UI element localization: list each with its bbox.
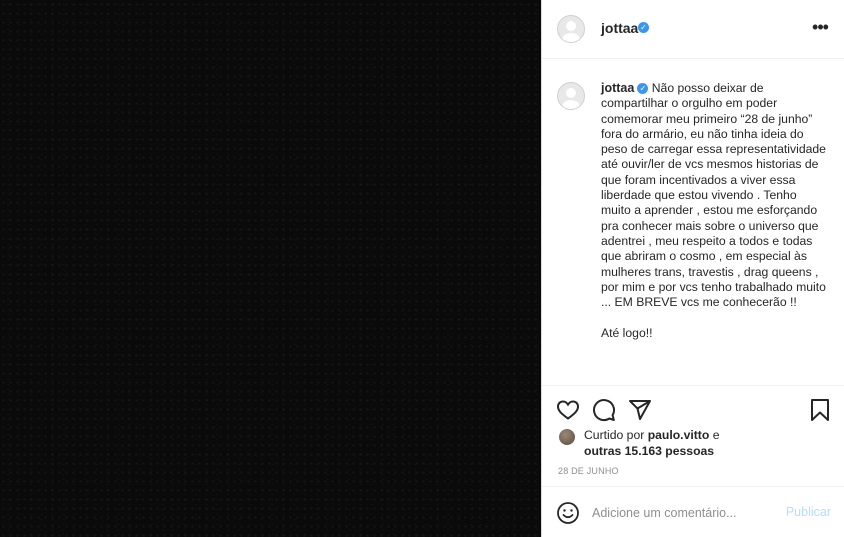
header-username[interactable]: jottaa [601,20,638,36]
verified-badge-icon: ✓ [638,22,649,33]
post-header: jottaa ✓ ••• [542,0,844,59]
likes-prefix: Curtido por [584,428,648,442]
comment-form: Publicar [542,486,844,537]
smiley-icon[interactable] [556,501,580,525]
verified-badge-icon: ✓ [637,83,649,94]
more-options-icon[interactable]: ••• [811,16,829,40]
likes-suffix: e [709,428,720,442]
likes-line: Curtido por paulo.vitto e [584,427,719,443]
caption-username[interactable]: jottaa [601,81,634,95]
liker-username[interactable]: paulo.vitto [648,428,710,442]
heart-icon[interactable] [556,398,580,422]
comment-icon[interactable] [592,398,616,422]
avatar[interactable] [557,15,585,43]
action-bar [542,385,844,422]
likes-count-link[interactable]: outras 15.163 pessoas [584,443,714,459]
post-media-image[interactable] [0,0,541,537]
caption-avatar[interactable] [557,82,585,110]
bookmark-icon[interactable] [808,398,832,422]
post-side-panel: jottaa ✓ ••• jottaa ✓ Não posso deixar de… [541,0,844,537]
caption-text: Não posso deixar de compartilhar o orgul… [601,81,826,340]
post-comment-button[interactable]: Publicar [786,505,831,519]
send-icon[interactable] [628,398,652,422]
liker-avatar[interactable] [558,428,576,446]
caption: jottaa ✓ Não posso deixar de compartilhar… [601,81,826,341]
comments-section[interactable]: jottaa ✓ Não posso deixar de compartilhar… [542,60,844,384]
post-date[interactable]: 28 DE JUNHO [558,466,619,476]
comment-input[interactable] [592,502,762,524]
